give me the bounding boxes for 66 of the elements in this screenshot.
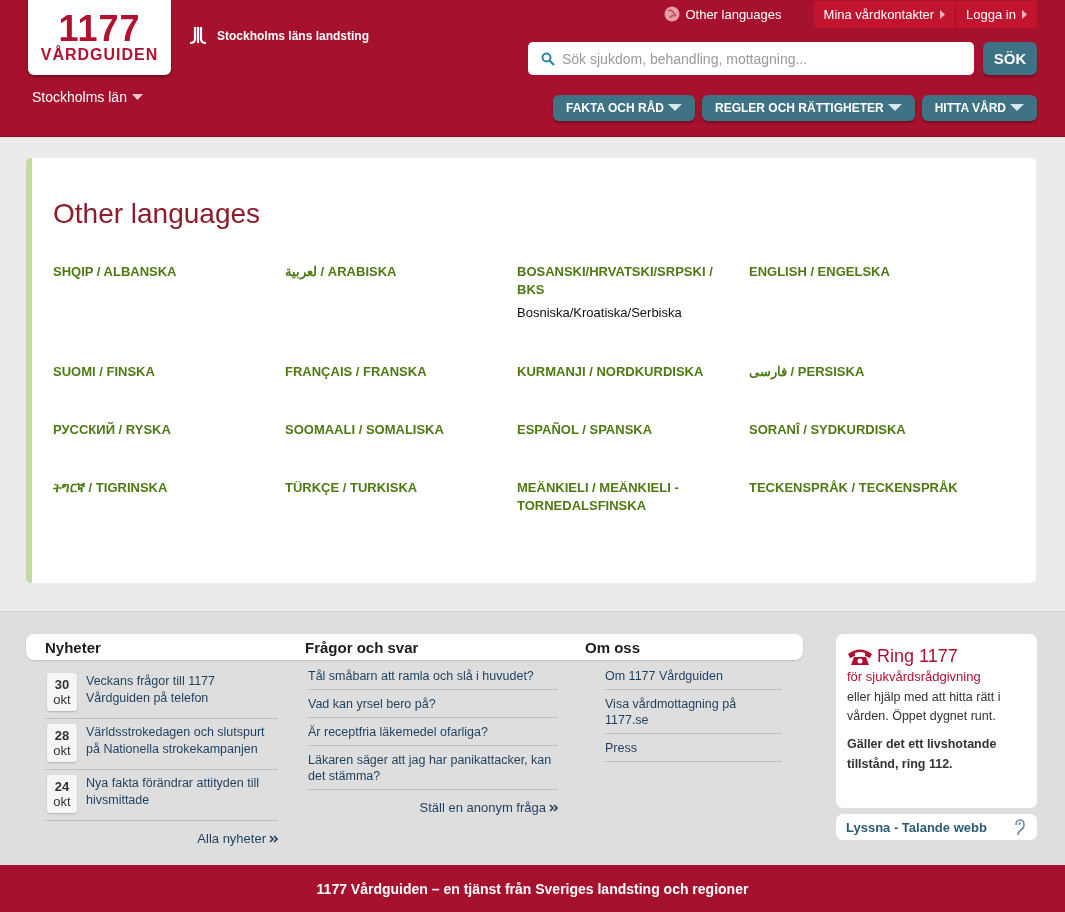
account-link[interactable]: Mina vårdkontakter (813, 0, 956, 28)
language-link[interactable]: SHQIP / ALBANSKA (53, 263, 285, 281)
language-link[interactable]: KURMANJI / NORDKURDISKA (517, 363, 749, 381)
language-link[interactable]: SUOMI / FINSKA (53, 363, 285, 381)
nav-menu-button[interactable]: REGLER OCH RÄTTIGHETER (702, 95, 915, 121)
language-link[interactable]: ESPAÑOL / SPANSKA (517, 421, 749, 439)
caret-icon (668, 104, 682, 112)
nav-menu-button[interactable]: FAKTA OCH RÅD (553, 95, 695, 121)
region-selector[interactable]: Stockholms län (32, 89, 171, 105)
language-link[interactable]: BOSANSKI/HRVATSKI/SRPSKI / BKS (517, 263, 749, 299)
language-note: Bosniska/Kroatiska/Serbiska (517, 305, 683, 320)
all-news-link[interactable]: Alla nyheter (197, 831, 278, 846)
search-field[interactable]: Sök sjukdom, behandling, mottagning... (528, 42, 974, 75)
faq-heading: Frågor och svar (305, 638, 420, 656)
language-link[interactable]: FRANÇAIS / FRANSKA (285, 363, 517, 381)
news-link[interactable]: Nya fakta förändrar attityden till hivsmittade (86, 775, 278, 809)
double-chevron-icon (269, 834, 278, 843)
logo[interactable]: 1177 VÅRDGUIDEN (28, 0, 171, 75)
listen-button[interactable]: Lyssna - Talande webb (836, 814, 1037, 840)
logo-number: 1177 (58, 11, 141, 46)
date-badge: 30 okt (47, 673, 77, 711)
language-link[interactable]: ENGLISH / ENGELSKA (749, 263, 981, 281)
language-link[interactable]: TÜRKÇE / TURKISKA (285, 479, 517, 497)
language-link[interactable]: SOOMAALI / SOMALISKA (285, 421, 517, 439)
language-link[interactable]: SORANÎ / SYDKURDISKA (749, 421, 981, 439)
language-link[interactable]: فارسی / PERSISKA (749, 363, 981, 381)
faq-link[interactable]: Är receptfria läkemedel ofarliga? (308, 718, 558, 746)
about-link[interactable]: Visa vårdmottagning på 1177.se (605, 690, 782, 734)
search-button[interactable]: SÖK (983, 42, 1037, 75)
date-badge: 28 okt (47, 724, 77, 762)
language-link[interactable]: TECKENSPRÅK / TECKENSPRÅK (749, 479, 981, 497)
about-link[interactable]: Om 1177 Vårdguiden (605, 662, 782, 690)
other-languages-link[interactable]: Other languages (664, 6, 782, 22)
language-link[interactable]: РУССКИЙ / RYSKA (53, 421, 285, 439)
about-heading: Om oss (585, 638, 641, 656)
faq-link[interactable]: Tål småbarn att ramla och slå i huvudet? (308, 662, 558, 690)
logo-name: VÅRDGUIDEN (40, 45, 159, 64)
language-link[interactable]: MEÄNKIELI / MEÄNKIELI - TORNEDALSFINSKA (517, 479, 749, 515)
language-link[interactable]: ትግርኛ / TIGRINSKA (53, 479, 285, 497)
caret-icon (1010, 104, 1024, 112)
page-title: Other languages (53, 198, 262, 230)
emergency-text: Gäller det ett livshotande tillstånd, ring 112. (847, 736, 998, 773)
arrow-icon (940, 9, 946, 19)
ear-icon (1013, 818, 1025, 836)
footer-text: 1177 Vårdguiden – en tjänst från Sveriges landsting och regioner (316, 880, 749, 897)
double-chevron-icon (549, 803, 558, 812)
search-icon (541, 52, 555, 66)
news-link[interactable]: Veckans frågor till 1177 Vårdguiden på telefon (86, 673, 278, 707)
nav-menu-button[interactable]: HITTA VÅRD (921, 95, 1037, 121)
call-text: eller hjälp med att hitta rätt i vården. Öppet dygnet runt. (847, 689, 1002, 725)
news-link[interactable]: Världsstrokedagen och slutspurt på Nationella strokekampanjen (86, 724, 278, 758)
caret-icon (887, 104, 902, 112)
date-badge: 24 okt (47, 775, 77, 813)
faq-link[interactable]: Vad kan yrsel bero på? (308, 690, 558, 718)
arrow-icon (1022, 9, 1027, 19)
news-heading: Nyheter (44, 638, 102, 656)
about-link[interactable]: Press (605, 734, 782, 762)
partner-name: Stockholms läns landsting (217, 29, 370, 43)
faq-link[interactable]: Läkaren säger att jag har panikattacker, kan det stämma? (308, 746, 558, 790)
caret-icon (131, 93, 143, 101)
account-link[interactable]: Logga in (955, 0, 1037, 28)
language-link[interactable]: لعربية / ARABISKA (285, 263, 517, 281)
call-title: Ring 1177 (877, 646, 958, 667)
call-subtitle: för sjukvårdsrådgivning (847, 669, 982, 684)
ask-question-link[interactable]: Ställ en anonym fråga (419, 800, 558, 815)
telephone-icon (847, 647, 873, 666)
